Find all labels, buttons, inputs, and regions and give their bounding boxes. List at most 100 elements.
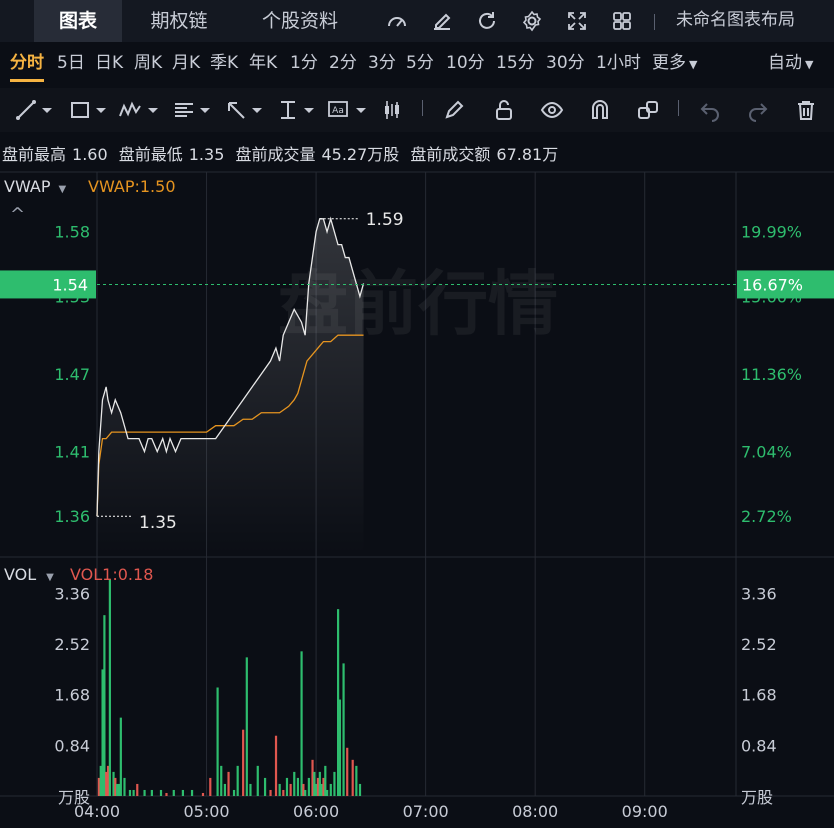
volume-bar (300, 651, 303, 796)
period-14[interactable]: 1小时 (596, 51, 641, 75)
caret-down-icon[interactable] (146, 98, 160, 122)
low-marker-label: 1.35 (139, 513, 177, 533)
arrow-tool-icon[interactable] (224, 98, 248, 122)
fibonacci-tool-icon[interactable] (172, 98, 196, 122)
period-7[interactable]: 1分 (290, 51, 318, 75)
rectangle-tool-icon[interactable] (68, 98, 92, 122)
premarket-high-label: 盘前最高 (2, 145, 67, 164)
caret-down-icon[interactable] (40, 98, 54, 122)
period-6[interactable]: 年K (249, 51, 277, 75)
measure-tool-icon[interactable] (276, 98, 300, 122)
period-12[interactable]: 15分 (496, 51, 535, 75)
period-9[interactable]: 3分 (368, 51, 396, 75)
price-tick-label: 1.36 (54, 507, 90, 526)
volume-bar (346, 747, 349, 796)
volume-bar (108, 579, 111, 796)
volume-bar (181, 789, 185, 796)
tab-options-chain[interactable]: 期权链 (133, 0, 225, 42)
volume-tick-label-right: 3.36 (741, 584, 777, 603)
undo-icon[interactable] (698, 98, 722, 122)
volume-bar (190, 789, 194, 796)
volume-tick-label: 1.68 (54, 686, 90, 705)
caret-down-icon: ▼ (58, 184, 67, 195)
caret-down-icon[interactable] (302, 98, 316, 122)
wave-pattern-tool-icon[interactable] (118, 98, 142, 122)
pct-tick-label: 11.36% (741, 365, 802, 384)
speed-gauge-icon[interactable] (385, 9, 409, 33)
divider (678, 100, 679, 116)
premarket-amount-label: 盘前成交额 (410, 145, 491, 164)
period-15[interactable]: 更多 ▼ (652, 51, 697, 75)
caret-down-icon[interactable] (354, 98, 368, 122)
volume-bar (209, 777, 212, 796)
settings-gear-icon[interactable] (520, 9, 544, 33)
vol-value: VOL1:0.18 (70, 565, 154, 584)
redo-icon[interactable] (746, 98, 770, 122)
volume-bar (269, 789, 272, 796)
divider (422, 100, 423, 116)
unlock-icon[interactable] (492, 98, 516, 122)
caret-down-icon[interactable] (94, 98, 108, 122)
auto-scale-label: 自动 (768, 53, 802, 73)
volume-bar (304, 789, 307, 796)
edit-icon[interactable] (430, 9, 454, 33)
period-13[interactable]: 30分 (546, 51, 585, 75)
premarket-low-label: 盘前最低 (118, 145, 183, 164)
clone-icon[interactable] (636, 98, 660, 122)
volume-bar (274, 735, 278, 796)
caret-down-icon: ▼ (46, 572, 54, 583)
refresh-icon[interactable] (475, 9, 499, 33)
volume-tick-label-right: 0.84 (741, 736, 777, 755)
vol-indicator-name[interactable]: VOL ▼ (4, 565, 54, 584)
collapse-chevron-up-icon[interactable]: ^ (10, 204, 25, 225)
chart-canvas[interactable]: 盘前行情 1.591.351.54 16.67% 04:00 05:00 06:00 0… (0, 168, 834, 828)
volume-bar (333, 771, 336, 796)
period-0[interactable]: 分时 (10, 51, 44, 75)
visibility-eye-icon[interactable] (540, 98, 564, 122)
x-tick-label: 09:00 (622, 802, 668, 821)
vwap-value: VWAP:1.50 (88, 177, 176, 196)
period-2[interactable]: 日K (95, 51, 123, 75)
magnet-icon[interactable] (588, 98, 612, 122)
period-1[interactable]: 5日 (57, 51, 85, 75)
volume-bar (159, 789, 163, 796)
period-10[interactable]: 5分 (406, 51, 434, 75)
volume-bar (242, 729, 245, 796)
vwap-name: VWAP (4, 177, 51, 196)
x-tick-label: 08:00 (512, 802, 558, 821)
layout-name[interactable]: 未命名图表布局 (676, 0, 795, 42)
period-11[interactable]: 10分 (446, 51, 485, 75)
auto-scale-dropdown[interactable]: 自动 ▼ (768, 51, 813, 75)
tab-chart[interactable]: 图表 (34, 0, 122, 42)
volume-bar (307, 777, 310, 796)
vwap-indicator-name[interactable]: VWAP ▼ (4, 177, 66, 196)
candlestick-tool-icon[interactable] (380, 98, 404, 122)
caret-down-icon[interactable] (250, 98, 264, 122)
grid-layout-icon[interactable] (610, 9, 634, 33)
price-tick-label: 1.58 (54, 223, 90, 242)
pct-tick-label: 15.66% (741, 287, 802, 306)
volume-bar (201, 792, 205, 796)
trendline-tool-icon[interactable] (14, 98, 38, 122)
caret-down-icon: ▼ (805, 58, 814, 71)
active-period-underline (10, 79, 44, 82)
period-3[interactable]: 周K (134, 51, 162, 75)
volume-bar (256, 765, 259, 796)
fullscreen-icon[interactable] (565, 9, 589, 33)
volume-bar (216, 687, 219, 796)
text-annotation-icon[interactable]: Aa (326, 98, 350, 122)
period-4[interactable]: 月K (172, 51, 200, 75)
volume-bar (143, 789, 146, 796)
vol-name: VOL (4, 565, 37, 584)
period-8[interactable]: 2分 (329, 51, 357, 75)
premarket-volume-value: 45.27万股 (321, 145, 400, 164)
volume-tick-label: 2.52 (54, 635, 90, 654)
period-5[interactable]: 季K (210, 51, 238, 75)
tab-stock-profile[interactable]: 个股资料 (243, 0, 357, 42)
pen-icon[interactable] (442, 98, 466, 122)
caret-down-icon[interactable] (198, 98, 212, 122)
volume-bar (263, 777, 267, 796)
premarket-amount-value: 67.81万 (496, 145, 559, 164)
x-tick-label: 07:00 (403, 802, 449, 821)
trash-icon[interactable] (794, 98, 818, 122)
